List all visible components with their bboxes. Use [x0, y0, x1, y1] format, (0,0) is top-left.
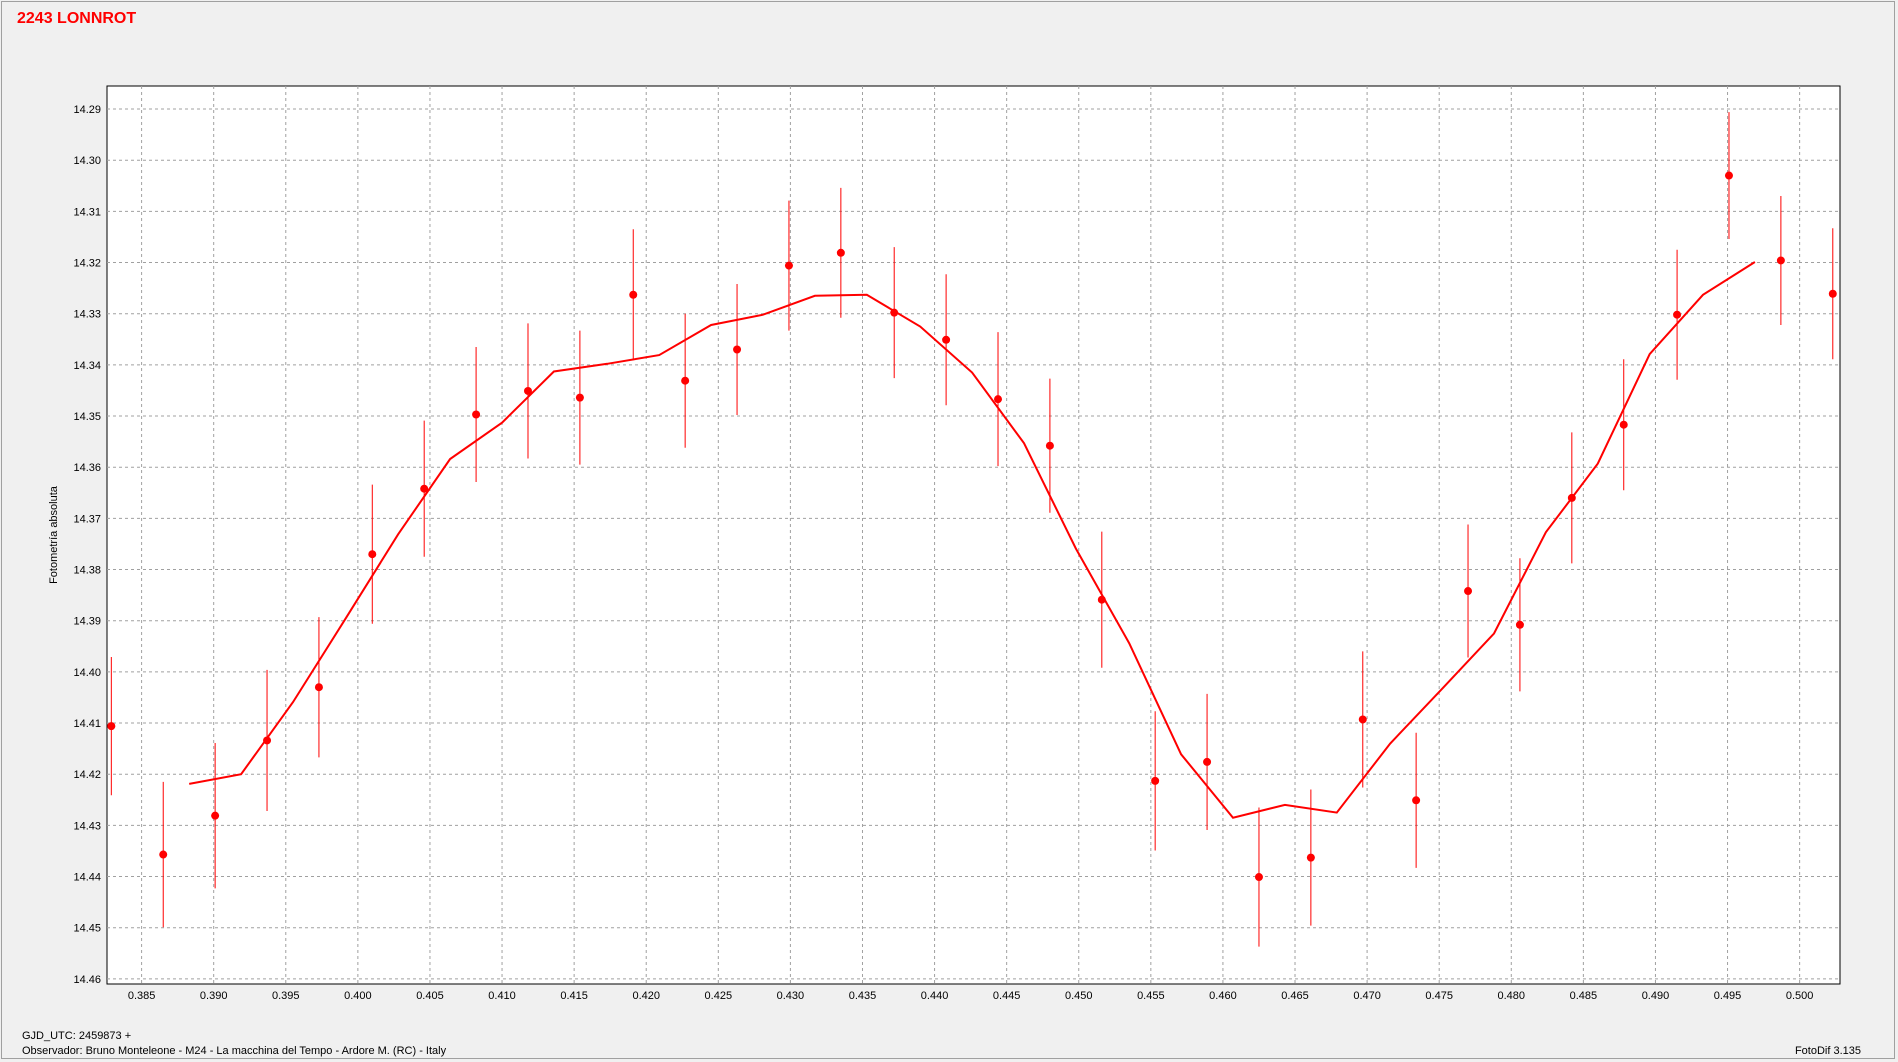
data-point	[314, 683, 323, 692]
data-point	[1567, 493, 1576, 502]
x-tick-label: 0.420	[632, 990, 660, 1002]
y-tick-label: 14.33	[73, 309, 101, 321]
x-tick-label: 0.415	[560, 990, 588, 1002]
x-tick-label: 0.410	[488, 990, 516, 1002]
data-point	[733, 345, 742, 354]
x-tick-label: 0.400	[344, 990, 372, 1002]
data-point	[1776, 256, 1785, 265]
data-point	[1358, 715, 1367, 724]
data-point	[942, 335, 951, 344]
data-point	[523, 386, 532, 395]
y-tick-label: 14.40	[73, 667, 101, 679]
y-tick-labels: 14.29 14.30 14.31 14.32 14.33 14.34 14.35 14.36…	[73, 104, 101, 986]
y-tick-label: 14.34	[73, 360, 101, 372]
y-tick-label: 14.31	[73, 206, 101, 218]
data-point	[1828, 289, 1837, 298]
data-point	[994, 395, 1003, 404]
y-tick-label: 14.41	[73, 718, 101, 730]
data-point	[107, 722, 116, 731]
data-point	[1724, 171, 1733, 180]
plot-area	[106, 85, 1841, 985]
y-tick-label: 14.29	[73, 104, 101, 116]
y-tick-label: 14.45	[73, 923, 101, 935]
y-tick-label: 14.37	[73, 513, 101, 525]
data-point	[263, 736, 272, 745]
data-point	[1045, 441, 1054, 450]
data-point	[1619, 420, 1628, 429]
x-tick-label: 0.475	[1425, 990, 1453, 1002]
data-point	[1464, 587, 1473, 596]
data-point	[472, 410, 481, 419]
data-point	[1412, 796, 1421, 805]
x-tick-label: 0.390	[200, 990, 228, 1002]
y-tick-label: 14.44	[73, 872, 101, 884]
y-tick-label: 14.38	[73, 565, 101, 577]
data-point	[681, 376, 690, 385]
x-tick-label: 0.385	[128, 990, 156, 1002]
x-tick-label: 0.500	[1786, 990, 1814, 1002]
x-tick-label: 0.470	[1353, 990, 1381, 1002]
data-point	[1097, 595, 1106, 604]
x-tick-label: 0.490	[1642, 990, 1670, 1002]
x-tick-label: 0.395	[272, 990, 300, 1002]
y-tick-label: 14.39	[73, 616, 101, 628]
x-tick-label: 0.485	[1570, 990, 1598, 1002]
data-point	[1203, 757, 1212, 766]
data-point	[1673, 310, 1682, 319]
data-point	[575, 393, 584, 402]
x-tick-label: 0.480	[1498, 990, 1526, 1002]
data-point	[368, 550, 377, 559]
x-tick-label: 0.445	[993, 990, 1021, 1002]
x-tick-label: 0.425	[705, 990, 733, 1002]
x-tick-label: 0.440	[921, 990, 949, 1002]
data-point	[1151, 776, 1160, 785]
x-tick-label: 0.460	[1209, 990, 1237, 1002]
data-point	[1306, 853, 1315, 862]
gjd-label: GJD_UTC: 2459873 +	[22, 1030, 132, 1042]
data-point	[836, 248, 845, 257]
data-point	[629, 290, 638, 299]
software-version: FotoDif 3.135	[1794, 1045, 1861, 1057]
x-tick-label: 0.465	[1281, 990, 1309, 1002]
x-tick-label: 0.430	[777, 990, 805, 1002]
y-axis-label: Fotometría absoluta	[48, 485, 60, 584]
data-point	[1254, 873, 1263, 882]
data-point	[1515, 620, 1524, 629]
y-tick-label: 14.36	[73, 462, 101, 474]
y-tick-label: 14.46	[73, 974, 101, 986]
data-point	[784, 261, 793, 270]
observer-label: Observador: Bruno Monteleone - M24 - La …	[22, 1045, 447, 1057]
x-tick-label: 0.495	[1714, 990, 1742, 1002]
data-point	[420, 484, 429, 493]
x-tick-label: 0.455	[1137, 990, 1165, 1002]
data-point	[159, 850, 168, 859]
x-tick-label: 0.450	[1065, 990, 1093, 1002]
y-tick-label: 14.43	[73, 820, 101, 832]
data-point	[890, 308, 899, 317]
data-point	[211, 811, 220, 820]
y-tick-label: 14.32	[73, 258, 101, 270]
x-tick-label: 0.435	[849, 990, 877, 1002]
y-tick-label: 14.30	[73, 155, 101, 167]
chart-plot: 0.385 0.390 0.395 0.400 0.405 0.410 0.415 0.420…	[48, 85, 1841, 1002]
x-tick-label: 0.405	[416, 990, 444, 1002]
y-tick-label: 14.42	[73, 769, 101, 781]
x-tick-labels: 0.385 0.390 0.395 0.400 0.405 0.410 0.415 0.420…	[128, 990, 1814, 1002]
y-tick-label: 14.35	[73, 411, 101, 423]
